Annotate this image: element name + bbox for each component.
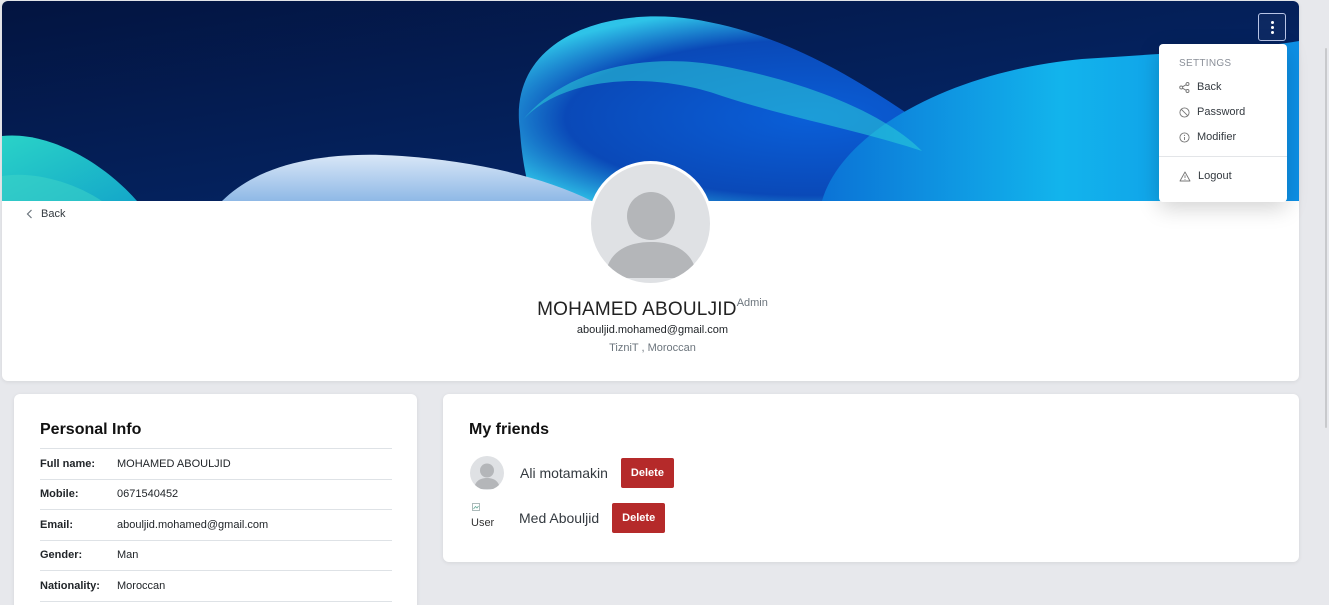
personal-info-table: Full name: MOHAMED ABOULJID Mobile: 0671… xyxy=(40,448,392,602)
broken-image-icon xyxy=(472,503,480,511)
menu-item-back[interactable]: Back xyxy=(1179,81,1221,93)
role-badge: Admin xyxy=(736,297,768,309)
info-row-fullname: Full name: MOHAMED ABOULJID xyxy=(40,448,392,479)
profile-location: TizniT , Moroccan xyxy=(609,342,696,354)
info-value: MOHAMED ABOULJID xyxy=(117,457,231,470)
info-key: Gender: xyxy=(40,549,83,562)
info-key: Full name: xyxy=(40,457,96,470)
share-icon xyxy=(1179,81,1190,93)
user-silhouette-icon xyxy=(605,192,697,278)
menu-item-label: Logout xyxy=(1198,170,1232,182)
friend-name[interactable]: Med Abouljid xyxy=(519,510,599,526)
menu-item-label: Back xyxy=(1197,81,1222,93)
friend-name[interactable]: Ali motamakin xyxy=(520,465,608,481)
user-silhouette-icon xyxy=(474,463,500,489)
personal-info-card: Personal Info Full name: MOHAMED ABOULJI… xyxy=(14,394,417,605)
menu-item-label: Modifier xyxy=(1197,131,1237,143)
kebab-icon xyxy=(1270,20,1274,34)
info-table-bottom-rule xyxy=(40,600,392,602)
profile-name: MOHAMED ABOULJID xyxy=(537,299,737,320)
menu-item-modifier[interactable]: Modifier xyxy=(1179,131,1236,143)
info-row-gender: Gender: Man xyxy=(40,539,392,571)
page-scrollbar[interactable] xyxy=(1322,0,1329,605)
info-row-email: Email: abouljid.mohamed@gmail.com xyxy=(40,509,392,540)
back-link[interactable]: Back xyxy=(26,208,65,220)
friend-avatar-alt: User xyxy=(471,517,495,529)
chevron-left-icon xyxy=(26,209,32,219)
friend-avatar xyxy=(470,456,504,490)
settings-menu-button[interactable] xyxy=(1258,13,1286,41)
menu-item-logout[interactable]: Logout xyxy=(1179,170,1232,182)
scrollbar-thumb[interactable] xyxy=(1325,48,1327,428)
info-key: Email: xyxy=(40,518,74,531)
warning-icon xyxy=(1179,171,1191,181)
settings-dropdown: SETTINGS Back Password Modifier Logout xyxy=(1159,44,1287,202)
friends-card: My friends Ali motamakin Delete User Med… xyxy=(443,394,1299,562)
friend-item: User Med Abouljid Delete xyxy=(470,503,666,533)
info-icon xyxy=(1179,131,1190,143)
info-value: Man xyxy=(117,549,139,562)
profile-email: abouljid.mohamed@gmail.com xyxy=(576,324,729,336)
info-row-mobile: Mobile: 0671540452 xyxy=(40,478,392,510)
friend-item: Ali motamakin Delete xyxy=(470,456,674,490)
profile-name-line: MOHAMED ABOULJIDAdmin xyxy=(2,297,1299,321)
menu-item-label: Password xyxy=(1197,106,1246,118)
info-value: abouljid.mohamed@gmail.com xyxy=(117,518,269,531)
block-icon xyxy=(1179,106,1190,118)
info-key: Mobile: xyxy=(40,488,79,501)
info-value: 0671540452 xyxy=(117,488,179,501)
settings-header: SETTINGS xyxy=(1179,58,1232,69)
info-row-nationality: Nationality: Moroccan xyxy=(40,570,392,601)
info-value: Moroccan xyxy=(117,579,166,592)
friends-title: My friends xyxy=(469,421,550,438)
delete-friend-button[interactable]: Delete xyxy=(620,458,674,488)
delete-friend-button[interactable]: Delete xyxy=(612,503,666,533)
menu-divider xyxy=(1159,156,1287,157)
info-key: Nationality: xyxy=(40,579,100,592)
personal-info-title: Personal Info xyxy=(40,421,142,438)
back-link-label: Back xyxy=(41,208,66,220)
menu-item-password[interactable]: Password xyxy=(1179,106,1245,118)
profile-avatar xyxy=(588,161,713,286)
friend-avatar-broken-image: User xyxy=(470,503,504,533)
